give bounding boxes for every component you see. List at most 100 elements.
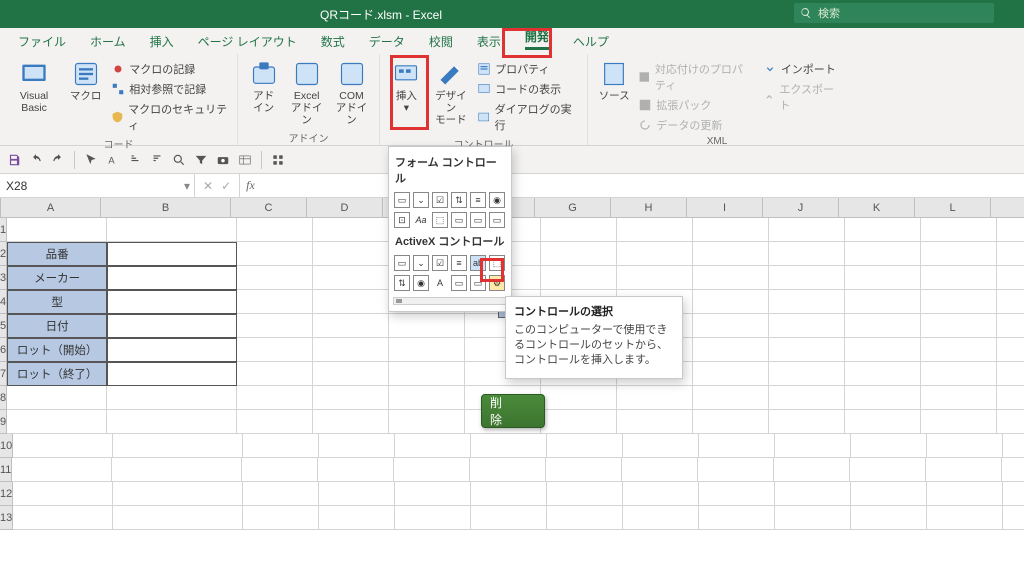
ribbon-tabs: ファイル ホーム 挿入 ページ レイアウト 数式 データ 校閲 表示 開発 ヘル… — [0, 28, 1024, 54]
form-groupbox-icon[interactable]: ⊡ — [394, 212, 410, 228]
com-addins-button[interactable]: COM アドイン — [332, 58, 371, 128]
tab-layout[interactable]: ページ レイアウト — [186, 29, 309, 54]
tab-review[interactable]: 校閲 — [417, 29, 465, 54]
enter-icon[interactable]: ✓ — [221, 179, 231, 193]
ax-option-icon[interactable]: ◉ — [413, 275, 429, 291]
expansion-packs-button[interactable]: 拡張パック — [638, 96, 752, 114]
ax-spinbutton-icon[interactable]: ⇅ — [394, 275, 410, 291]
name-box[interactable]: ▾ — [0, 174, 195, 197]
ax-textbox-icon[interactable]: ab — [470, 255, 486, 271]
save-icon[interactable] — [6, 152, 22, 168]
delete-button[interactable]: 削 除 — [481, 394, 545, 428]
column-headers: A B C D E F G H I J K L M — [0, 198, 1024, 218]
ax-togglebutton-icon[interactable]: ▭ — [470, 275, 486, 291]
table-icon[interactable] — [237, 152, 253, 168]
record-macro-button[interactable]: マクロの記録 — [111, 60, 229, 78]
col-C[interactable]: C — [231, 198, 307, 217]
map-properties-button[interactable]: 対応付けのプロパティ — [638, 60, 752, 94]
form-spinner-icon[interactable]: ⇅ — [451, 192, 467, 208]
cursor-icon[interactable] — [83, 152, 99, 168]
col-K[interactable]: K — [839, 198, 915, 217]
cell-A2[interactable]: 品番 — [7, 242, 107, 266]
export-button[interactable]: エクスポート — [763, 80, 838, 114]
col-L[interactable]: L — [915, 198, 991, 217]
form-option-icon[interactable]: ◉ — [489, 192, 505, 208]
tab-insert[interactable]: 挿入 — [138, 29, 186, 54]
search-box[interactable]: 検索 — [794, 3, 994, 23]
design-mode-button[interactable]: デザイン モード — [431, 58, 472, 128]
cell-A3[interactable]: メーカー — [7, 266, 107, 290]
find-icon[interactable] — [171, 152, 187, 168]
tooltip-body: このコンピューターで使用できるコントロールのセットから、コントロールを挿入します… — [514, 323, 674, 368]
sort-asc-icon[interactable] — [127, 152, 143, 168]
cell-A5[interactable]: 日付 — [7, 314, 107, 338]
ax-button-icon[interactable]: ▭ — [394, 255, 410, 271]
fx-icon[interactable]: fx — [246, 178, 255, 193]
form-listbox-icon[interactable]: ≡ — [470, 192, 486, 208]
form-combobox-icon[interactable]: ⌄ — [413, 192, 429, 208]
form-toggle-icon[interactable]: ▭ — [489, 212, 505, 228]
form-scrollbar-icon[interactable]: ⬚ — [432, 212, 448, 228]
relative-reference-button[interactable]: 相対参照で記録 — [111, 80, 229, 98]
visual-basic-button[interactable]: Visual Basic — [8, 58, 60, 116]
run-dialog-button[interactable]: ダイアログの実行 — [477, 100, 579, 134]
tab-developer[interactable]: 開発 — [513, 24, 561, 54]
camera-icon[interactable] — [215, 152, 231, 168]
form-checkbox-icon[interactable]: ☑ — [432, 192, 448, 208]
group-label-addins: アドイン — [246, 130, 371, 145]
macro-security-button[interactable]: マクロのセキュリティ — [111, 100, 229, 134]
cell-A7[interactable]: ロット（終了） — [7, 362, 107, 386]
form-textfield-icon[interactable]: ▭ — [451, 212, 467, 228]
col-M[interactable]: M — [991, 198, 1024, 217]
formula-controls: ✕ ✓ — [195, 174, 240, 197]
name-box-input[interactable] — [0, 179, 184, 193]
tab-file[interactable]: ファイル — [6, 29, 78, 54]
col-A[interactable]: A — [1, 198, 101, 217]
form-button-icon[interactable]: ▭ — [394, 192, 410, 208]
grid-icon[interactable] — [270, 152, 286, 168]
panel-scrollbar[interactable] — [393, 297, 507, 305]
col-G[interactable]: G — [535, 198, 611, 217]
col-J[interactable]: J — [763, 198, 839, 217]
ax-listbox-icon[interactable]: ≡ — [451, 255, 467, 271]
ax-scrollbar-icon[interactable]: ⬚ — [489, 255, 505, 271]
tab-formulas[interactable]: 数式 — [309, 29, 357, 54]
ax-combobox-icon[interactable]: ⌄ — [413, 255, 429, 271]
ribbon: Visual Basic マクロ マクロの記録 相対参照で記録 マクロのセキュリ… — [0, 54, 1024, 146]
col-B[interactable]: B — [101, 198, 231, 217]
form-label-icon[interactable]: Aa — [413, 212, 429, 228]
col-H[interactable]: H — [611, 198, 687, 217]
ax-image-icon[interactable]: ▭ — [451, 275, 467, 291]
insert-controls-button[interactable]: 挿入▾ — [388, 58, 425, 116]
properties-button[interactable]: プロパティ — [477, 60, 579, 78]
view-code-button[interactable]: コードの表示 — [477, 80, 579, 98]
undo-icon[interactable] — [28, 152, 44, 168]
cancel-icon[interactable]: ✕ — [203, 179, 213, 193]
filter-icon[interactable] — [193, 152, 209, 168]
col-I[interactable]: I — [687, 198, 763, 217]
a-icon[interactable]: A — [105, 152, 121, 168]
cell-A4[interactable]: 型 — [7, 290, 107, 314]
svg-text:A: A — [108, 155, 115, 165]
source-button[interactable]: ソース — [596, 58, 632, 104]
group-label-xml: XML — [596, 136, 838, 147]
ax-label-icon[interactable]: A — [432, 275, 448, 291]
tab-home[interactable]: ホーム — [78, 29, 138, 54]
form-image-icon[interactable]: ▭ — [470, 212, 486, 228]
ax-checkbox-icon[interactable]: ☑ — [432, 255, 448, 271]
document-title: QRコード.xlsm - Excel — [320, 6, 442, 23]
macros-button[interactable]: マクロ — [66, 58, 105, 104]
col-D[interactable]: D — [307, 198, 383, 217]
cell-A6[interactable]: ロット（開始） — [7, 338, 107, 362]
ax-more-controls-icon[interactable]: ⚙ — [489, 275, 505, 291]
sort-desc-icon[interactable] — [149, 152, 165, 168]
more-controls-tooltip: コントロールの選択 このコンピューターで使用できるコントロールのセットから、コン… — [505, 296, 683, 379]
tab-view[interactable]: 表示 — [465, 29, 513, 54]
tab-data[interactable]: データ — [357, 29, 417, 54]
refresh-data-button[interactable]: データの更新 — [638, 116, 752, 134]
excel-addins-button[interactable]: Excel アドイン — [287, 58, 326, 128]
tab-help[interactable]: ヘルプ — [561, 29, 621, 54]
import-button[interactable]: インポート — [763, 60, 838, 78]
redo-icon[interactable] — [50, 152, 66, 168]
addins-button[interactable]: アド イン — [246, 58, 281, 116]
